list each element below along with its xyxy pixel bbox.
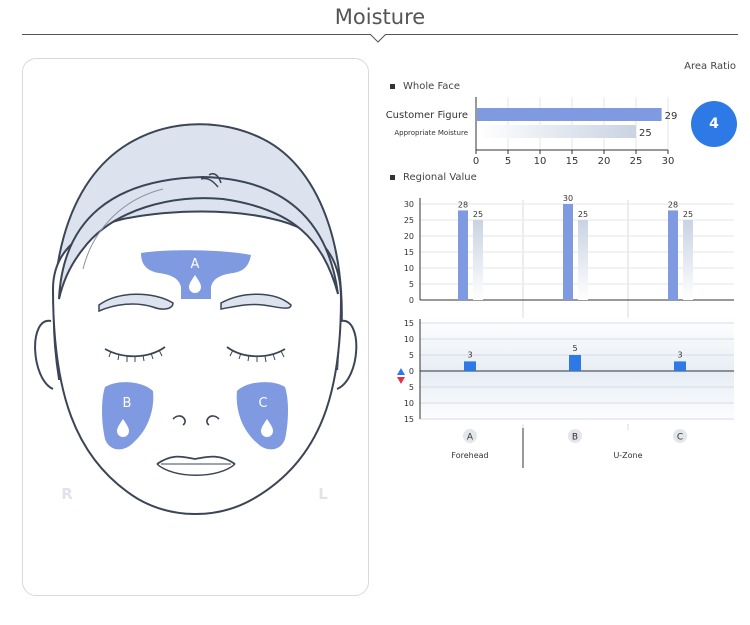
diff-chart-bg-bottom [420,372,734,424]
category-marker-label: B [572,433,578,443]
hbar [477,125,636,138]
x-tick-label: 20 [598,156,611,167]
group-label-u-zone: U-Zone [613,451,642,460]
difference-bar [569,355,581,371]
down-arrow-icon [397,377,405,384]
up-arrow-icon [397,368,405,375]
regional-bar-value-label: 30 [563,194,573,203]
regional-bar [668,210,678,300]
difference-bar-value-label: 3 [467,350,472,359]
x-tick-label: 10 [534,156,547,167]
regional-bar [473,220,483,300]
y-tick-label: 15 [404,415,414,424]
category-markers: A B C [463,429,687,443]
hbar-value-label: 25 [639,128,652,139]
y-tick-label: 5 [409,280,414,289]
difference-bar [674,361,686,371]
difference-bar-value-label: 3 [677,350,682,359]
regional-bar-value-label: 28 [668,200,678,209]
y-tick-label: 10 [404,335,414,344]
group-label-forehead: Forehead [451,451,488,460]
x-tick-label: 30 [662,156,675,167]
regional-bar-value-label: 28 [458,200,468,209]
y-tick-label: 20 [404,232,414,241]
whole-face-chart: 0 5 10 15 20 25 30 29 Customer Figure 25 Appropria… [386,97,678,167]
hbar-category-label: Appropriate Moisture [394,129,468,137]
difference-bar [464,361,476,371]
x-tick-label: 15 [566,156,579,167]
category-marker-label: A [467,433,474,443]
y-tick-label: 15 [404,319,414,328]
regional-bar [683,220,693,300]
x-tick-label: 5 [505,156,511,167]
regional-bar [458,210,468,300]
y-tick-label: 0 [409,367,414,376]
x-tick-label: 25 [630,156,643,167]
regional-bar [578,220,588,300]
y-tick-label: 5 [409,383,414,392]
y-tick-label: 0 [409,296,414,305]
regional-bar [563,204,573,300]
y-tick-label: 30 [404,200,414,209]
regional-bar-value-label: 25 [683,210,693,219]
y-tick-label: 10 [404,264,414,273]
regional-bar-value-label: 25 [473,210,483,219]
hbar [477,108,662,121]
y-tick-label: 15 [404,248,414,257]
hbar-value-label: 29 [665,111,678,122]
y-tick-label: 10 [404,399,414,408]
regional-value-chart: 0 5 10 15 20 25 30 28 30 28 25 25 25 [404,194,734,305]
x-tick-label: 0 [473,156,479,167]
hbar-category-label: Customer Figure [386,110,468,121]
regional-bar-value-label: 25 [578,210,588,219]
category-marker-label: C [677,433,683,443]
charts-layer: 0 5 10 15 20 25 3029Customer Figure25Appropria… [386,97,734,468]
y-tick-label: 25 [404,216,414,225]
difference-bar-value-label: 5 [572,344,577,353]
y-tick-label: 5 [409,351,414,360]
